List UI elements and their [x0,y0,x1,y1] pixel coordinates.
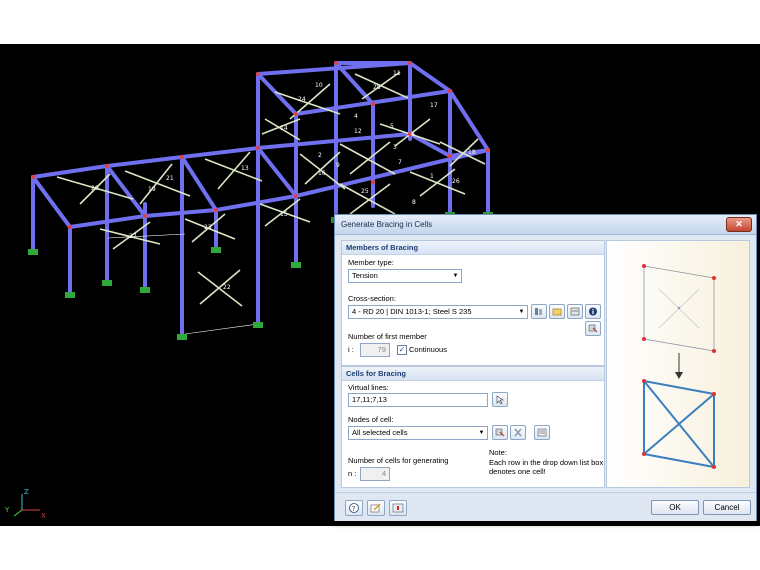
cross-section-label: Cross-section: [348,294,396,303]
info-button[interactable] [585,304,601,319]
member-type-select[interactable]: Tension ▼ [348,269,462,283]
cell-list-button[interactable] [534,425,550,440]
dialog-titlebar[interactable]: Generate Bracing in Cells ✕ [335,215,756,235]
new-section-button[interactable] [549,304,565,319]
note-line-1: Each row in the drop down list box [489,458,604,467]
cross-section-select[interactable]: 4 - RD 20 | DIN 1013-1; Steel S 235 ▼ [348,305,528,319]
z-axis-label: Z [24,488,29,496]
member-number: 16 [318,170,326,177]
dialog-title: Generate Bracing in Cells [341,220,433,229]
note-line-2: denotes one cell! [489,467,546,476]
member-number: 11 [393,70,401,77]
member-number: 12 [354,128,362,135]
member-number: 18 [468,149,476,156]
note-title: Note: [489,448,507,457]
help-icon: ? [349,503,359,513]
generate-bracing-dialog: Generate Bracing in Cells ✕ Members of B… [334,214,757,521]
close-icon: ✕ [735,219,743,229]
member-number: 19 [148,186,156,193]
member-number: 26 [452,178,460,185]
arrow-down-icon [675,372,683,379]
section-library-button[interactable] [531,304,547,319]
member-number: 23 [204,224,212,231]
nodes-of-cell-select[interactable]: All selected cells ▼ [348,426,488,440]
first-member-input[interactable]: 79 [360,343,390,357]
member-number: 22 [223,284,231,291]
continuous-label: Continuous [409,345,447,354]
member-number: 7 [398,159,402,166]
members-of-bracing-group: Members of Bracing Member type: Tension … [341,240,605,366]
num-cells-input[interactable]: 4 [360,467,390,481]
member-number: 10 [315,82,323,89]
member-number: 25 [361,188,369,195]
member-number: 13 [241,165,249,172]
pick-member-icon [588,324,598,333]
defaults-icon [392,503,404,513]
list-icon [537,428,547,437]
num-cells-label: Number of cells for generating [348,456,449,465]
axis-indicator: X Y Z [4,488,46,520]
info-icon [589,307,597,316]
library-icon [535,308,542,315]
x-axis-label: X [41,512,46,520]
member-number: 17 [430,102,438,109]
member-number: 14 [280,125,288,132]
virtual-lines-input[interactable]: 17,11;7,13 [348,393,488,407]
y-axis-label: Y [4,506,10,514]
chevron-down-icon: ▼ [478,430,485,436]
dialog-button-bar: ? OK Cancel [335,492,756,521]
member-number: 9 [336,162,340,169]
member-number: 1 [430,173,434,180]
edit-section-icon [570,307,580,316]
group-header: Cells for Bracing [346,369,407,378]
member-number: 21 [166,175,174,182]
pick-lines-button[interactable] [492,392,508,407]
edit-icon [370,503,381,513]
svg-text:?: ? [352,505,356,513]
member-number: 3 [393,144,397,151]
member-type-label: Member type: [348,258,394,267]
member-number: 8 [412,199,416,206]
chevron-down-icon: ▼ [452,273,459,279]
continuous-checkbox[interactable]: ✓ [397,345,407,355]
member-number: 24 [298,96,306,103]
pick-nodes-icon [495,428,505,437]
edit-defaults-button[interactable] [367,500,385,516]
member-number: 28 [373,84,381,91]
chevron-down-icon: ▼ [518,309,525,315]
first-member-label: Number of first member [348,332,427,341]
member-number: 2 [318,152,322,159]
help-button[interactable]: ? [345,500,363,516]
member-number: 6 [411,131,415,138]
defaults-button[interactable] [389,500,407,516]
num-cells-prefix: n : [348,469,357,478]
member-number: 20 [91,185,99,192]
delete-icon [514,428,522,437]
virtual-lines-label: Virtual lines: [348,383,389,392]
nodes-of-cell-label: Nodes of cell: [348,415,394,424]
member-number: 27 [129,233,137,240]
pick-cursor-icon [496,395,504,404]
first-member-prefix: i : [348,345,354,354]
bracing-preview-panel [606,240,750,488]
group-header: Members of Bracing [346,243,419,252]
close-button[interactable]: ✕ [726,217,752,232]
pick-section-button[interactable] [585,321,601,336]
member-number: 5 [390,123,394,130]
bracing-preview-diagram [642,264,716,469]
new-section-icon [552,308,562,316]
cancel-button[interactable]: Cancel [703,500,751,515]
pick-nodes-button[interactable] [492,425,508,440]
ok-button[interactable]: OK [651,500,699,515]
member-number: 4 [354,113,358,120]
member-number: 15 [280,211,288,218]
cells-for-bracing-group: Cells for Bracing Virtual lines: 17,11;7… [341,366,605,488]
edit-section-button[interactable] [567,304,583,319]
delete-cell-button[interactable] [510,425,526,440]
